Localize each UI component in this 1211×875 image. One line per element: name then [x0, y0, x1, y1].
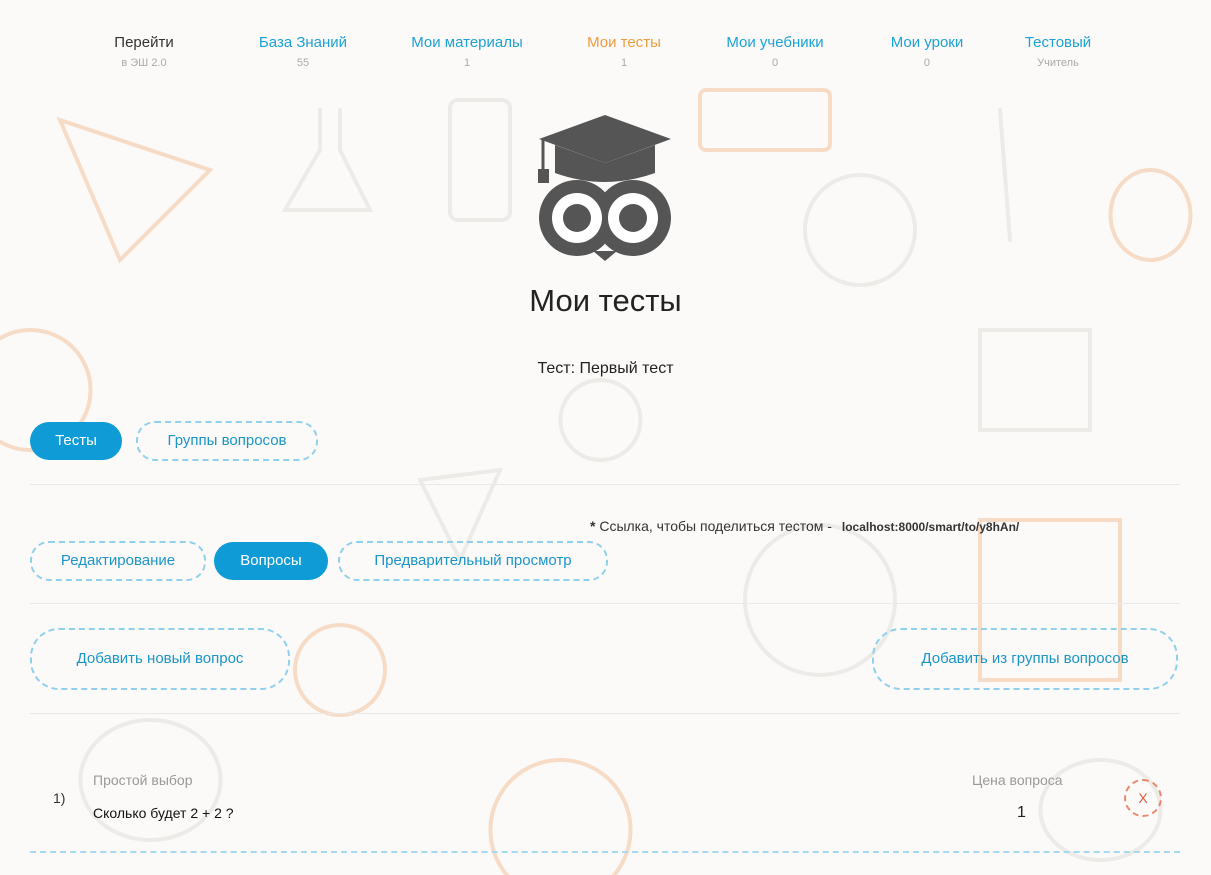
question-price-label: Цена вопроса — [972, 772, 1063, 788]
nav-count: 0 — [923, 57, 931, 69]
nav-count: 0 — [771, 57, 779, 69]
divider — [30, 484, 1180, 485]
nav-knowledge-base[interactable]: База Знаний 55 — [259, 33, 347, 71]
divider — [30, 713, 1180, 714]
nav-label: Мои материалы — [411, 34, 523, 51]
share-star: * — [590, 518, 596, 534]
nav-label: Мои тесты — [587, 34, 661, 51]
nav-my-tests[interactable]: Мои тесты 1 — [587, 33, 661, 71]
tab-tests[interactable]: Тесты — [30, 422, 122, 460]
nav-user-role: Учитель — [1037, 57, 1079, 69]
delete-question-button[interactable]: X — [1124, 779, 1162, 817]
add-from-group-button[interactable]: Добавить из группы вопросов — [872, 628, 1178, 690]
nav-user-profile[interactable]: Тестовый Учитель — [1025, 33, 1091, 71]
page-title: Мои тесты — [529, 283, 682, 318]
tab-preview[interactable]: Предварительный просмотр — [338, 541, 608, 581]
question-divider — [30, 851, 1180, 853]
tab-edit[interactable]: Редактирование — [30, 541, 206, 581]
question-number: 1) — [53, 790, 66, 806]
question-text[interactable]: Сколько будет 2 + 2 ? — [93, 805, 234, 821]
test-title: Тест: Первый тест — [537, 360, 674, 377]
owl-graduation-cap-icon — [538, 115, 671, 261]
divider — [30, 603, 1180, 604]
nav-label: Мои учебники — [726, 34, 824, 51]
nav-count: 1 — [463, 57, 471, 69]
nav-user-name: Тестовый — [1024, 34, 1092, 51]
nav-count: 1 — [620, 57, 628, 69]
share-label: Ссылка, чтобы поделиться тестом - — [599, 518, 832, 534]
nav-label: Мои уроки — [890, 34, 964, 51]
nav-label: Перейти — [114, 34, 174, 51]
add-new-question-button[interactable]: Добавить новый вопрос — [30, 628, 290, 690]
tab-question-groups[interactable]: Группы вопросов — [136, 421, 318, 461]
nav-go-eshool[interactable]: Перейти в ЭШ 2.0 — [114, 33, 173, 71]
nav-sub: в ЭШ 2.0 — [121, 57, 167, 69]
question-type: Простой выбор — [93, 772, 193, 788]
nav-my-lessons[interactable]: Мои уроки 0 — [891, 33, 964, 71]
nav-my-textbooks[interactable]: Мои учебники 0 — [726, 33, 823, 71]
question-price: 1 — [1017, 804, 1026, 821]
share-link-row: * Ссылка, чтобы поделиться тестом - loca… — [590, 518, 1019, 534]
nav-my-materials[interactable]: Мои материалы 1 — [411, 33, 523, 71]
tab-questions[interactable]: Вопросы — [214, 542, 328, 580]
nav-label: База Знаний — [258, 34, 348, 51]
share-url[interactable]: localhost:8000/smart/to/y8hAn/ — [842, 520, 1019, 534]
nav-count: 55 — [296, 57, 310, 69]
